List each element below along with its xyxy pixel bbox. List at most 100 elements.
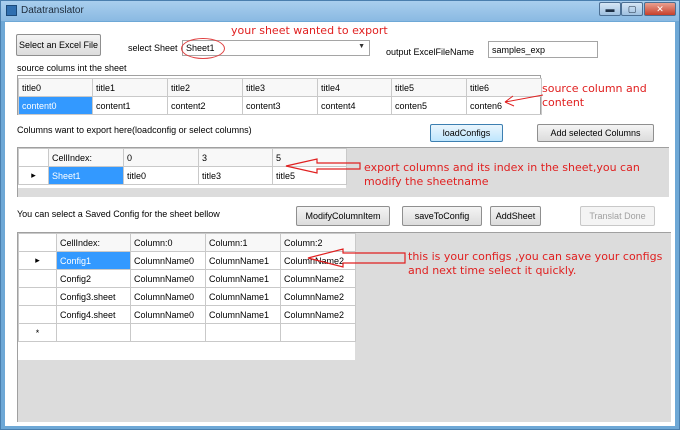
output-filename-input[interactable]: samples_exp (488, 41, 598, 58)
annotation-configs-line2: and next time select it quickly. (408, 263, 577, 277)
load-configs-button[interactable]: loadConfigs (430, 124, 503, 142)
configs-header-cell[interactable]: Column:0 (130, 233, 206, 252)
config-cell[interactable]: ColumnName0 (130, 269, 206, 288)
configs-header-row: CellIndex: Column:0 Column:1 Column:2 (18, 233, 356, 252)
row-header[interactable] (18, 269, 57, 288)
export-columns-title: Columns want to export here(loadconfig o… (17, 125, 252, 135)
configs-header-cell[interactable]: Column:2 (280, 233, 356, 252)
config-cell[interactable]: ColumnName0 (130, 287, 206, 306)
translate-done-button[interactable]: Translat Done (580, 206, 655, 226)
window-title: Datatranslator (21, 5, 84, 16)
row-header[interactable] (18, 287, 57, 306)
configs-table: CellIndex: Column:0 Column:1 Column:2 ▸ … (18, 233, 356, 342)
config-cell[interactable]: ColumnName2 (280, 305, 356, 324)
export-header-cell[interactable]: 0 (123, 148, 199, 167)
export-header-cell[interactable]: 5 (272, 148, 347, 167)
row-header[interactable] (18, 305, 57, 324)
config-cell[interactable] (205, 323, 281, 342)
maximize-button[interactable]: ▢ (621, 2, 643, 16)
add-sheet-button[interactable]: AddSheet (490, 206, 541, 226)
current-row-marker-icon[interactable]: ▸ (18, 166, 49, 185)
config-row[interactable]: ▸ Config1 ColumnName0 ColumnName1 Column… (18, 251, 356, 270)
export-row: ▸ Sheet1 title0 title3 title5 (18, 166, 347, 185)
new-row-marker-icon[interactable]: * (18, 323, 57, 342)
grid-empty-area (18, 360, 355, 422)
export-table: CellIndex: 0 3 5 ▸ Sheet1 title0 title3 … (18, 148, 347, 185)
configs-header-cell[interactable]: Column:1 (205, 233, 281, 252)
title-bar[interactable]: Datatranslator ▬ ▢ ✕ (1, 1, 679, 21)
configs-header-cell[interactable]: CellIndex: (56, 233, 131, 252)
annotation-export-line2: modify the sheetname (364, 174, 489, 188)
corner-cell (18, 233, 57, 252)
source-cell[interactable]: conten5 (391, 96, 467, 115)
modify-column-item-button[interactable]: ModifyColumnItem (296, 206, 390, 226)
config-cell[interactable]: ColumnName1 (205, 251, 281, 270)
app-window: Datatranslator ▬ ▢ ✕ Select an Excel Fil… (0, 0, 680, 430)
config-cell[interactable]: ColumnName2 (280, 251, 356, 270)
source-cell[interactable]: content3 (242, 96, 318, 115)
annotation-configs: this is your configs ,you can save your … (408, 250, 662, 278)
source-header-cell[interactable]: title3 (242, 78, 318, 97)
export-cell[interactable]: title3 (198, 166, 273, 185)
config-name-cell[interactable]: Config3.sheet (56, 287, 131, 306)
source-header-row: title0 title1 title2 title3 title4 title… (18, 78, 542, 97)
config-name-cell[interactable]: Config2 (56, 269, 131, 288)
config-cell[interactable]: ColumnName0 (130, 251, 206, 270)
annotation-source: source column and content (542, 82, 647, 110)
annotation-configs-line1: this is your configs ,you can save your … (408, 250, 663, 263)
config-name-cell[interactable]: Config4.sheet (56, 305, 131, 324)
config-cell[interactable]: ColumnName2 (280, 269, 356, 288)
close-button[interactable]: ✕ (644, 2, 676, 16)
config-name-cell[interactable] (56, 323, 131, 342)
minimize-button[interactable]: ▬ (599, 2, 621, 16)
source-cell[interactable]: content4 (317, 96, 392, 115)
source-header-cell[interactable]: title0 (18, 78, 93, 97)
source-columns-grid: title0 title1 title2 title3 title4 title… (17, 75, 542, 115)
source-content-row: content0 content1 content2 content3 cont… (18, 96, 542, 115)
config-cell[interactable]: ColumnName0 (130, 305, 206, 324)
config-cell[interactable]: ColumnName1 (205, 287, 281, 306)
export-header-row: CellIndex: 0 3 5 (18, 148, 347, 167)
config-cell[interactable]: ColumnName2 (280, 287, 356, 306)
config-row[interactable]: Config3.sheet ColumnName0 ColumnName1 Co… (18, 287, 356, 306)
config-row[interactable]: Config2 ColumnName0 ColumnName1 ColumnNa… (18, 269, 356, 288)
annotation-ellipse (181, 38, 225, 59)
export-header-cell[interactable]: 3 (198, 148, 273, 167)
annotation-sheet: your sheet wanted to export (231, 24, 388, 37)
annotation-export: export columns and its index in the shee… (364, 161, 640, 189)
source-header-cell[interactable]: title1 (92, 78, 168, 97)
output-filename-label: output ExcelFileName (386, 47, 475, 57)
annotation-source-line1: source column and (542, 82, 647, 95)
export-sheet-name-cell[interactable]: Sheet1 (48, 166, 124, 185)
source-header-cell[interactable]: title5 (391, 78, 467, 97)
save-to-config-button[interactable]: saveToConfig (402, 206, 482, 226)
current-row-marker-icon[interactable]: ▸ (18, 251, 57, 270)
app-icon (6, 5, 17, 16)
source-header-cell[interactable]: title4 (317, 78, 392, 97)
config-name-cell[interactable]: Config1 (56, 251, 131, 270)
annotation-export-line1: export columns and its index in the shee… (364, 161, 640, 174)
client-area: Select an Excel File select Sheet Sheet1… (5, 22, 675, 426)
export-cell[interactable]: title5 (272, 166, 347, 185)
config-new-row[interactable]: * (18, 323, 356, 342)
annotation-source-line2: content (542, 95, 585, 109)
source-table: title0 title1 title2 title3 title4 title… (18, 78, 542, 115)
source-cell[interactable]: conten6 (466, 96, 542, 115)
source-cell[interactable]: content2 (167, 96, 243, 115)
saved-config-title: You can select a Saved Config for the sh… (17, 209, 220, 219)
corner-cell (18, 148, 49, 167)
select-excel-file-button[interactable]: Select an Excel File (16, 34, 101, 56)
export-header-cell[interactable]: CellIndex: (48, 148, 124, 167)
add-selected-columns-button[interactable]: Add selected Columns (537, 124, 654, 142)
source-header-cell[interactable]: title2 (167, 78, 243, 97)
config-cell[interactable] (280, 323, 356, 342)
config-cell[interactable]: ColumnName1 (205, 269, 281, 288)
config-cell[interactable] (130, 323, 206, 342)
config-cell[interactable]: ColumnName1 (205, 305, 281, 324)
source-columns-title: source colums int the sheet (17, 63, 127, 73)
config-row[interactable]: Config4.sheet ColumnName0 ColumnName1 Co… (18, 305, 356, 324)
source-cell-selected[interactable]: content0 (18, 96, 93, 115)
export-cell[interactable]: title0 (123, 166, 199, 185)
source-header-cell[interactable]: title6 (466, 78, 542, 97)
source-cell[interactable]: content1 (92, 96, 168, 115)
